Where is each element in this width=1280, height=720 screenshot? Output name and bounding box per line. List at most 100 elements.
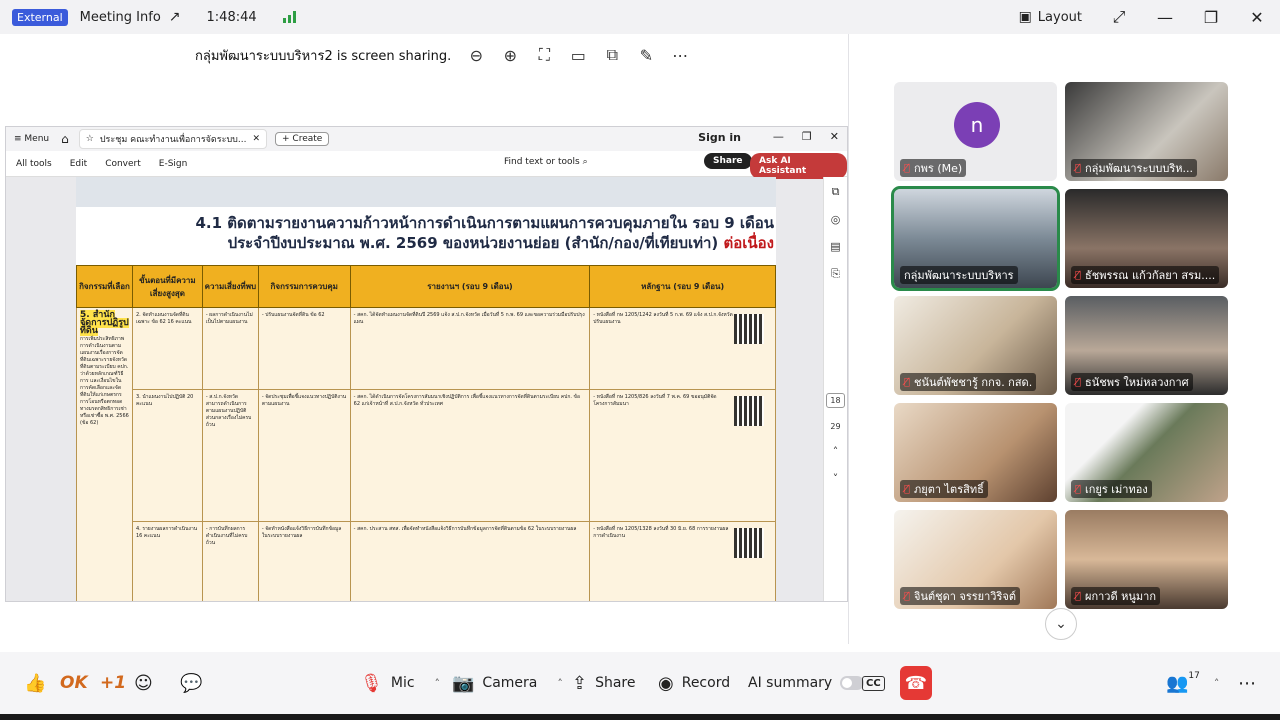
table-cell: - จัดทำหนังสือแจ้งวิธีการบันทึกข้อมูลในร… — [257, 521, 351, 601]
muted-mic-icon: 🎙̸ — [1075, 483, 1082, 495]
participant-tile[interactable]: 🎙̸ เกยูร เม่าทอง — [1065, 403, 1228, 502]
participant-tile[interactable]: 🎙̸ กลุ่มพัฒนาระบบบริห... — [1065, 82, 1228, 181]
participant-tile[interactable]: 🎙̸ ภยุตา ไตรสิทธิ์ — [894, 403, 1057, 502]
close-icon[interactable]: ✕ — [1234, 0, 1280, 34]
fit-screen-icon[interactable]: ⛶ — [535, 45, 553, 65]
participants-chevron-icon[interactable]: ˄ — [1214, 677, 1220, 690]
viewer-toolbar: All tools Edit Convert E-Sign Find text … — [6, 151, 847, 179]
qr-code-icon — [734, 396, 764, 426]
more-options-icon[interactable]: ⋯ — [671, 46, 689, 65]
participant-name-label: 🎙̸ ธนัชพร ใหม่หลวงกาศ — [1071, 373, 1193, 391]
participant-name-label: 🎙̸ ธัชพรรณ แก้วกัลยา สรม.... — [1071, 266, 1220, 284]
participants-count: 17 — [1188, 671, 1200, 681]
star-icon: ☆ — [85, 134, 94, 144]
table-cell: - สคก. ได้ดำเนินการจัดโครงการสัมมนาเชิงป… — [349, 389, 591, 522]
mic-options-chevron-icon[interactable]: ˄ — [435, 677, 441, 690]
shared-document-page: 4.1 ติดตามรายงานความก้าวหน้าการดำเนินการ… — [76, 177, 776, 601]
viewer-side-icon: ◎ — [830, 213, 841, 226]
table-header: ความเสี่ยงที่พบ — [201, 265, 259, 308]
zoom-out-icon[interactable]: ⊖ — [467, 46, 485, 65]
viewer-tool: All tools — [16, 158, 52, 169]
participant-tile[interactable]: 🎙̸ ธนัชพร ใหม่หลวงกาศ — [1065, 296, 1228, 395]
zoom-in-icon[interactable]: ⊕ — [501, 46, 519, 65]
table-cell: - จัดประชุมเพื่อชี้แจงแนวทางปฏิบัติงานตา… — [257, 389, 351, 522]
sharing-status: กลุ่มพัฒนาระบบบริหาร2 is screen sharing. — [195, 48, 452, 64]
viewer-find: Find text or tools ⌕ — [504, 157, 588, 167]
layout-button[interactable]: ▣ Layout — [1019, 9, 1082, 25]
table-cell: 3. นำแผนงานไปปฏิบัติ 20 คะแนน — [131, 389, 203, 522]
qr-code-icon — [734, 314, 764, 344]
share-toolbar: กลุ่มพัฒนาระบบบริหาร2 is screen sharing.… — [195, 44, 689, 66]
viewer-create: + Create — [275, 132, 330, 146]
signal-strength-icon[interactable] — [282, 11, 296, 23]
ai-summary-toggle[interactable]: AI summary — [748, 666, 865, 700]
camera-off-icon: 📷 — [452, 672, 475, 694]
restore-icon[interactable]: ❐ — [1188, 0, 1234, 34]
viewer-doc-tab: ☆ ประชุม คณะทำงานเพื่อการจัดระบบ... ✕ — [78, 129, 267, 149]
doc-header-band — [76, 177, 776, 207]
doc-title: 4.1 ติดตามรายงานความก้าวหน้าการดำเนินการ… — [195, 214, 774, 252]
ok-reaction-button[interactable]: OK — [60, 666, 88, 700]
captions-button[interactable]: CC — [862, 666, 885, 700]
table-cell: - ปรับแผนงานจัดที่ดิน ข้อ 62 — [257, 307, 351, 390]
table-cell: 5. สำนักจัดการปฏิรูปที่ดิน การเพิ่มประสิ… — [76, 307, 133, 601]
ai-summary-switch[interactable] — [840, 676, 865, 690]
thumbs-up-reaction-icon[interactable]: 👍 — [24, 666, 46, 700]
muted-mic-icon: 🎙̸ — [1075, 162, 1082, 174]
annotate-icon[interactable]: ✎ — [637, 46, 655, 65]
participant-tile[interactable]: 🎙̸ ธัชพรรณ แก้วกัลยา สรม.... — [1065, 189, 1228, 288]
mic-button[interactable]: 🎙 Mic ˄ — [360, 666, 440, 700]
participant-name-label: 🎙̸ เกยูร เม่าทอง — [1071, 480, 1152, 498]
viewer-side-icon: ˅ — [832, 472, 839, 485]
avatar: n — [954, 102, 1000, 148]
meeting-info-button[interactable]: Meeting Info ↗ — [80, 9, 181, 25]
chat-icon[interactable]: 💬 — [180, 666, 202, 700]
qr-code-icon — [734, 528, 764, 558]
bottom-control-bar: 👍 OK +1 ☺ 💬 🎙 Mic ˄ 📷 Camera ˄ ⇪ Share ◉… — [0, 652, 1280, 714]
share-link-icon: ↗ — [168, 9, 181, 25]
camera-button[interactable]: 📷 Camera ˄ — [452, 666, 563, 700]
bottom-edge — [0, 714, 1280, 720]
viewer-side-icon: ⎘ — [831, 267, 840, 280]
table-cell: - หนังสือที่ กษ 1205/1328 ลงวันที่ 30 มิ… — [589, 521, 776, 601]
camera-options-chevron-icon[interactable]: ˄ — [557, 677, 563, 690]
viewer-tool: Convert — [105, 158, 141, 169]
table-cell: - สคก. ได้จัดทำแผนงานจัดที่ดินปี 2569 แจ… — [349, 307, 591, 390]
emoji-icon[interactable]: ☺ — [134, 666, 153, 700]
table-row: 3. นำแผนงานไปปฏิบัติ 20 คะแนน - ส.ป.ก.จั… — [77, 389, 776, 522]
participant-tile[interactable]: กลุ่มพัฒนาระบบบริหาร — [891, 186, 1060, 291]
table-cell: 4. รายงานผลการดำเนินงาน 16 คะแนน — [131, 521, 203, 601]
share-screen-icon: ⇪ — [572, 672, 588, 694]
original-size-icon[interactable]: ▭ — [569, 46, 587, 65]
record-button[interactable]: ◉ Record — [658, 666, 730, 700]
table-cell: - การบันทึกผลการดำเนินงานที่ไม่ครบถ้วน — [201, 521, 259, 601]
shared-pdf-viewer: ≡ Menu ⌂ ☆ ประชุม คณะทำงานเพื่อการจัดระบ… — [5, 126, 848, 602]
plus-one-reaction-button[interactable]: +1 — [100, 666, 126, 700]
minimize-icon[interactable]: — — [1142, 0, 1188, 34]
participant-tile[interactable]: n 🎙̸ กพร (Me) — [894, 82, 1057, 181]
title-bar: External Meeting Info ↗ 1:48:44 ▣ Layout… — [0, 0, 1280, 34]
pop-out-icon[interactable]: ⧉ — [603, 45, 621, 65]
participant-tile[interactable]: 🎙̸ ชนันต์พัชชารู้ กกจ. กสด. — [894, 296, 1057, 395]
participant-name-label: 🎙̸ จินต์ชุดา จรรยาวิริจต์ — [900, 587, 1020, 605]
table-cell: - หนังสือที่ กษ 1205/1242 ลงวันที่ 5 ก.พ… — [589, 307, 776, 390]
share-button[interactable]: ⇪ Share — [572, 666, 636, 700]
participants-icon: 👥 — [1166, 672, 1189, 694]
viewer-page-number: 18 — [826, 393, 845, 408]
panel-splitter[interactable] — [848, 34, 849, 644]
participants-button[interactable]: 👥 17 ˄ — [1166, 666, 1219, 700]
table-header: หลักฐาน (รอบ 9 เดือน) — [589, 265, 776, 308]
muted-mic-icon: 🎙̸ — [1075, 269, 1082, 281]
gallery-more-chevron-down-icon[interactable]: ⌄ — [1045, 608, 1077, 640]
viewer-side-icon: ˄ — [832, 445, 839, 458]
leave-call-icon[interactable]: ☎ — [900, 666, 932, 700]
table-cell: - สคก. ประสาน สทส. เพื่อจัดทำหนังสือแจ้ง… — [349, 521, 591, 601]
table-cell: - ผลการดำเนินงานไม่เป็นไปตามแผนงาน — [201, 307, 259, 390]
table-row: 4. รายงานผลการดำเนินงาน 16 คะแนน - การบั… — [77, 521, 776, 601]
muted-mic-icon: 🎙̸ — [1075, 376, 1082, 388]
fullscreen-icon[interactable]: ⤢ — [1096, 0, 1142, 34]
table-header: รายงานฯ (รอบ 9 เดือน) — [349, 265, 591, 308]
participant-tile[interactable]: 🎙̸ จินต์ชุดา จรรยาวิริจต์ — [894, 510, 1057, 609]
more-options-icon[interactable]: ⋯ — [1238, 666, 1256, 700]
participant-tile[interactable]: 🎙̸ ผกาวดี หนูมาก — [1065, 510, 1228, 609]
